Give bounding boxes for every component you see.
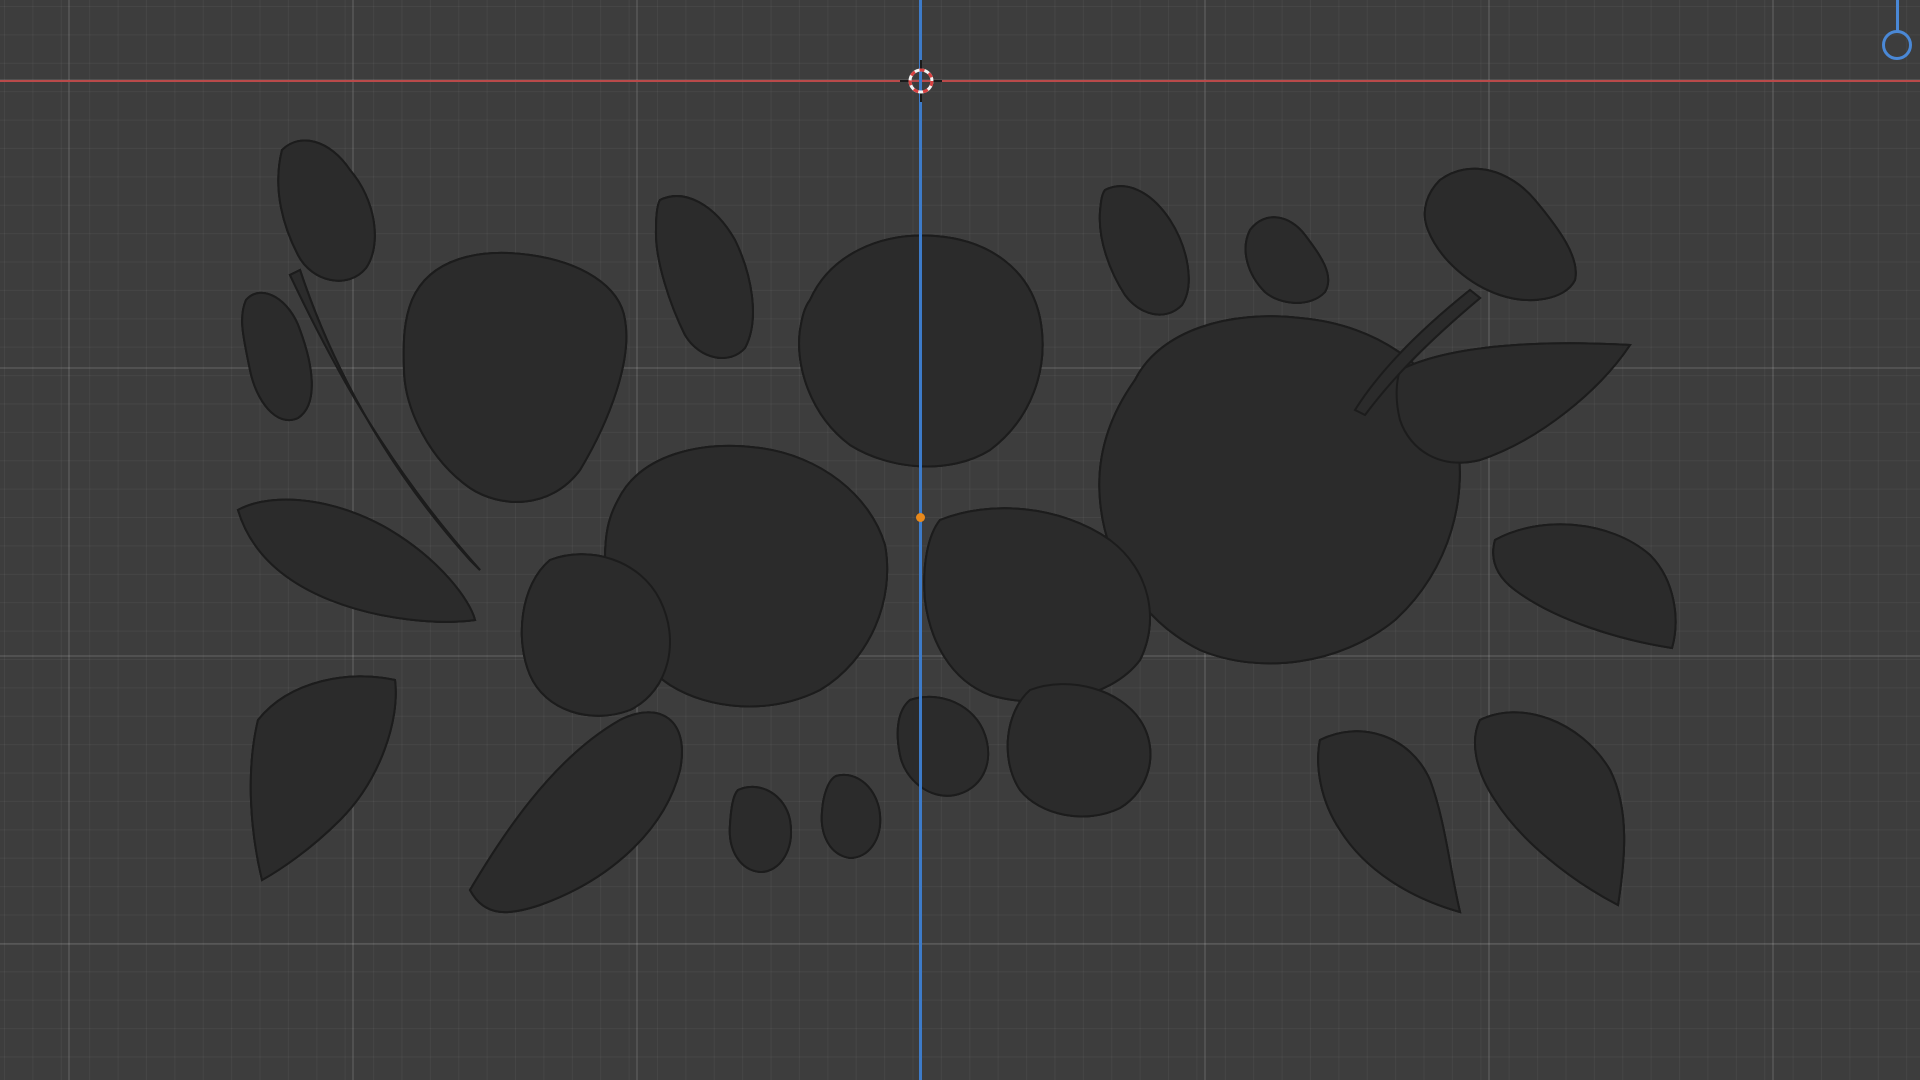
- navigation-gizmo-z-axis-icon[interactable]: [1882, 30, 1912, 60]
- floral-mesh-object[interactable]: [0, 0, 1920, 1080]
- object-origin-icon: [916, 513, 925, 522]
- 3d-viewport[interactable]: [0, 0, 1920, 1080]
- mesh-wire-overlay: [237, 139, 1677, 914]
- y-axis-line: [919, 0, 922, 1080]
- 3d-cursor-icon[interactable]: [900, 60, 942, 102]
- gizmo-axis-stem: [1896, 0, 1899, 32]
- x-axis-line: [0, 80, 1920, 82]
